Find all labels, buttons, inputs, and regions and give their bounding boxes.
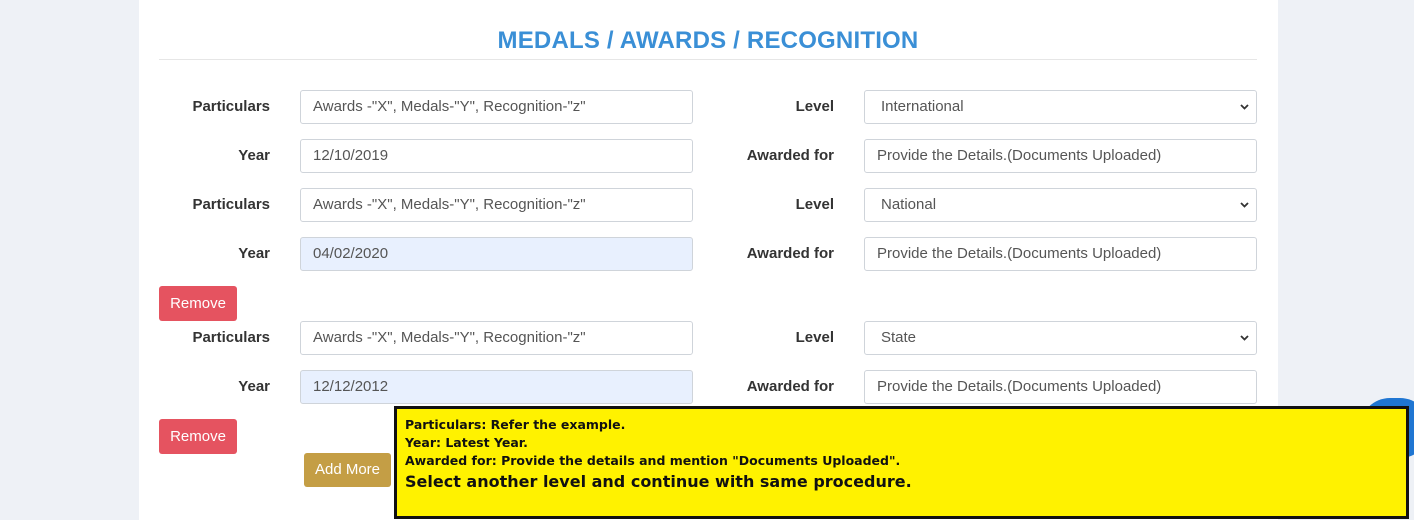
note-line: Particulars: Refer the example. (405, 417, 626, 432)
remove-button[interactable]: Remove (159, 286, 237, 321)
year-label: Year (238, 147, 270, 164)
title-divider (159, 59, 1257, 60)
level-select-value: State (881, 329, 917, 346)
particulars-label: Particulars (192, 329, 270, 346)
level-select[interactable]: National (864, 188, 1257, 222)
awarded-for-input[interactable]: Provide the Details.(Documents Uploaded) (864, 237, 1257, 271)
particulars-label: Particulars (192, 98, 270, 115)
year-label: Year (238, 378, 270, 395)
awarded-for-input[interactable]: Provide the Details.(Documents Uploaded) (864, 139, 1257, 173)
level-label: Level (795, 329, 834, 346)
chevron-down-icon (1240, 201, 1249, 209)
awarded-for-label: Awarded for (746, 147, 834, 164)
awarded-for-label: Awarded for (746, 245, 834, 262)
instruction-note: Particulars: Refer the example. Year: La… (394, 406, 1409, 519)
remove-button[interactable]: Remove (159, 419, 237, 454)
add-more-button[interactable]: Add More (304, 453, 391, 487)
particulars-input[interactable]: Awards -"X", Medals-"Y", Recognition-"z" (300, 90, 693, 124)
section-title: MEDALS / AWARDS / RECOGNITION (497, 27, 919, 54)
note-line: Year: Latest Year. (405, 435, 528, 450)
level-select-value: International (881, 98, 964, 115)
level-select-value: National (881, 196, 937, 213)
year-input[interactable]: 12/10/2019 (300, 139, 693, 173)
particulars-input[interactable]: Awards -"X", Medals-"Y", Recognition-"z" (300, 321, 693, 355)
awarded-for-label: Awarded for (746, 378, 834, 395)
year-input[interactable]: 04/02/2020 (300, 237, 693, 271)
chevron-down-icon (1240, 334, 1249, 342)
particulars-input[interactable]: Awards -"X", Medals-"Y", Recognition-"z" (300, 188, 693, 222)
level-select[interactable]: International (864, 90, 1257, 124)
note-line: Awarded for: Provide the details and men… (405, 453, 901, 468)
level-label: Level (795, 196, 834, 213)
chevron-down-icon (1240, 103, 1249, 111)
particulars-label: Particulars (192, 196, 270, 213)
year-label: Year (238, 245, 270, 262)
level-label: Level (795, 98, 834, 115)
level-select[interactable]: State (864, 321, 1257, 355)
year-input[interactable]: 12/12/2012 (300, 370, 693, 404)
awarded-for-input[interactable]: Provide the Details.(Documents Uploaded) (864, 370, 1257, 404)
note-emphasis: Select another level and continue with s… (405, 472, 912, 491)
